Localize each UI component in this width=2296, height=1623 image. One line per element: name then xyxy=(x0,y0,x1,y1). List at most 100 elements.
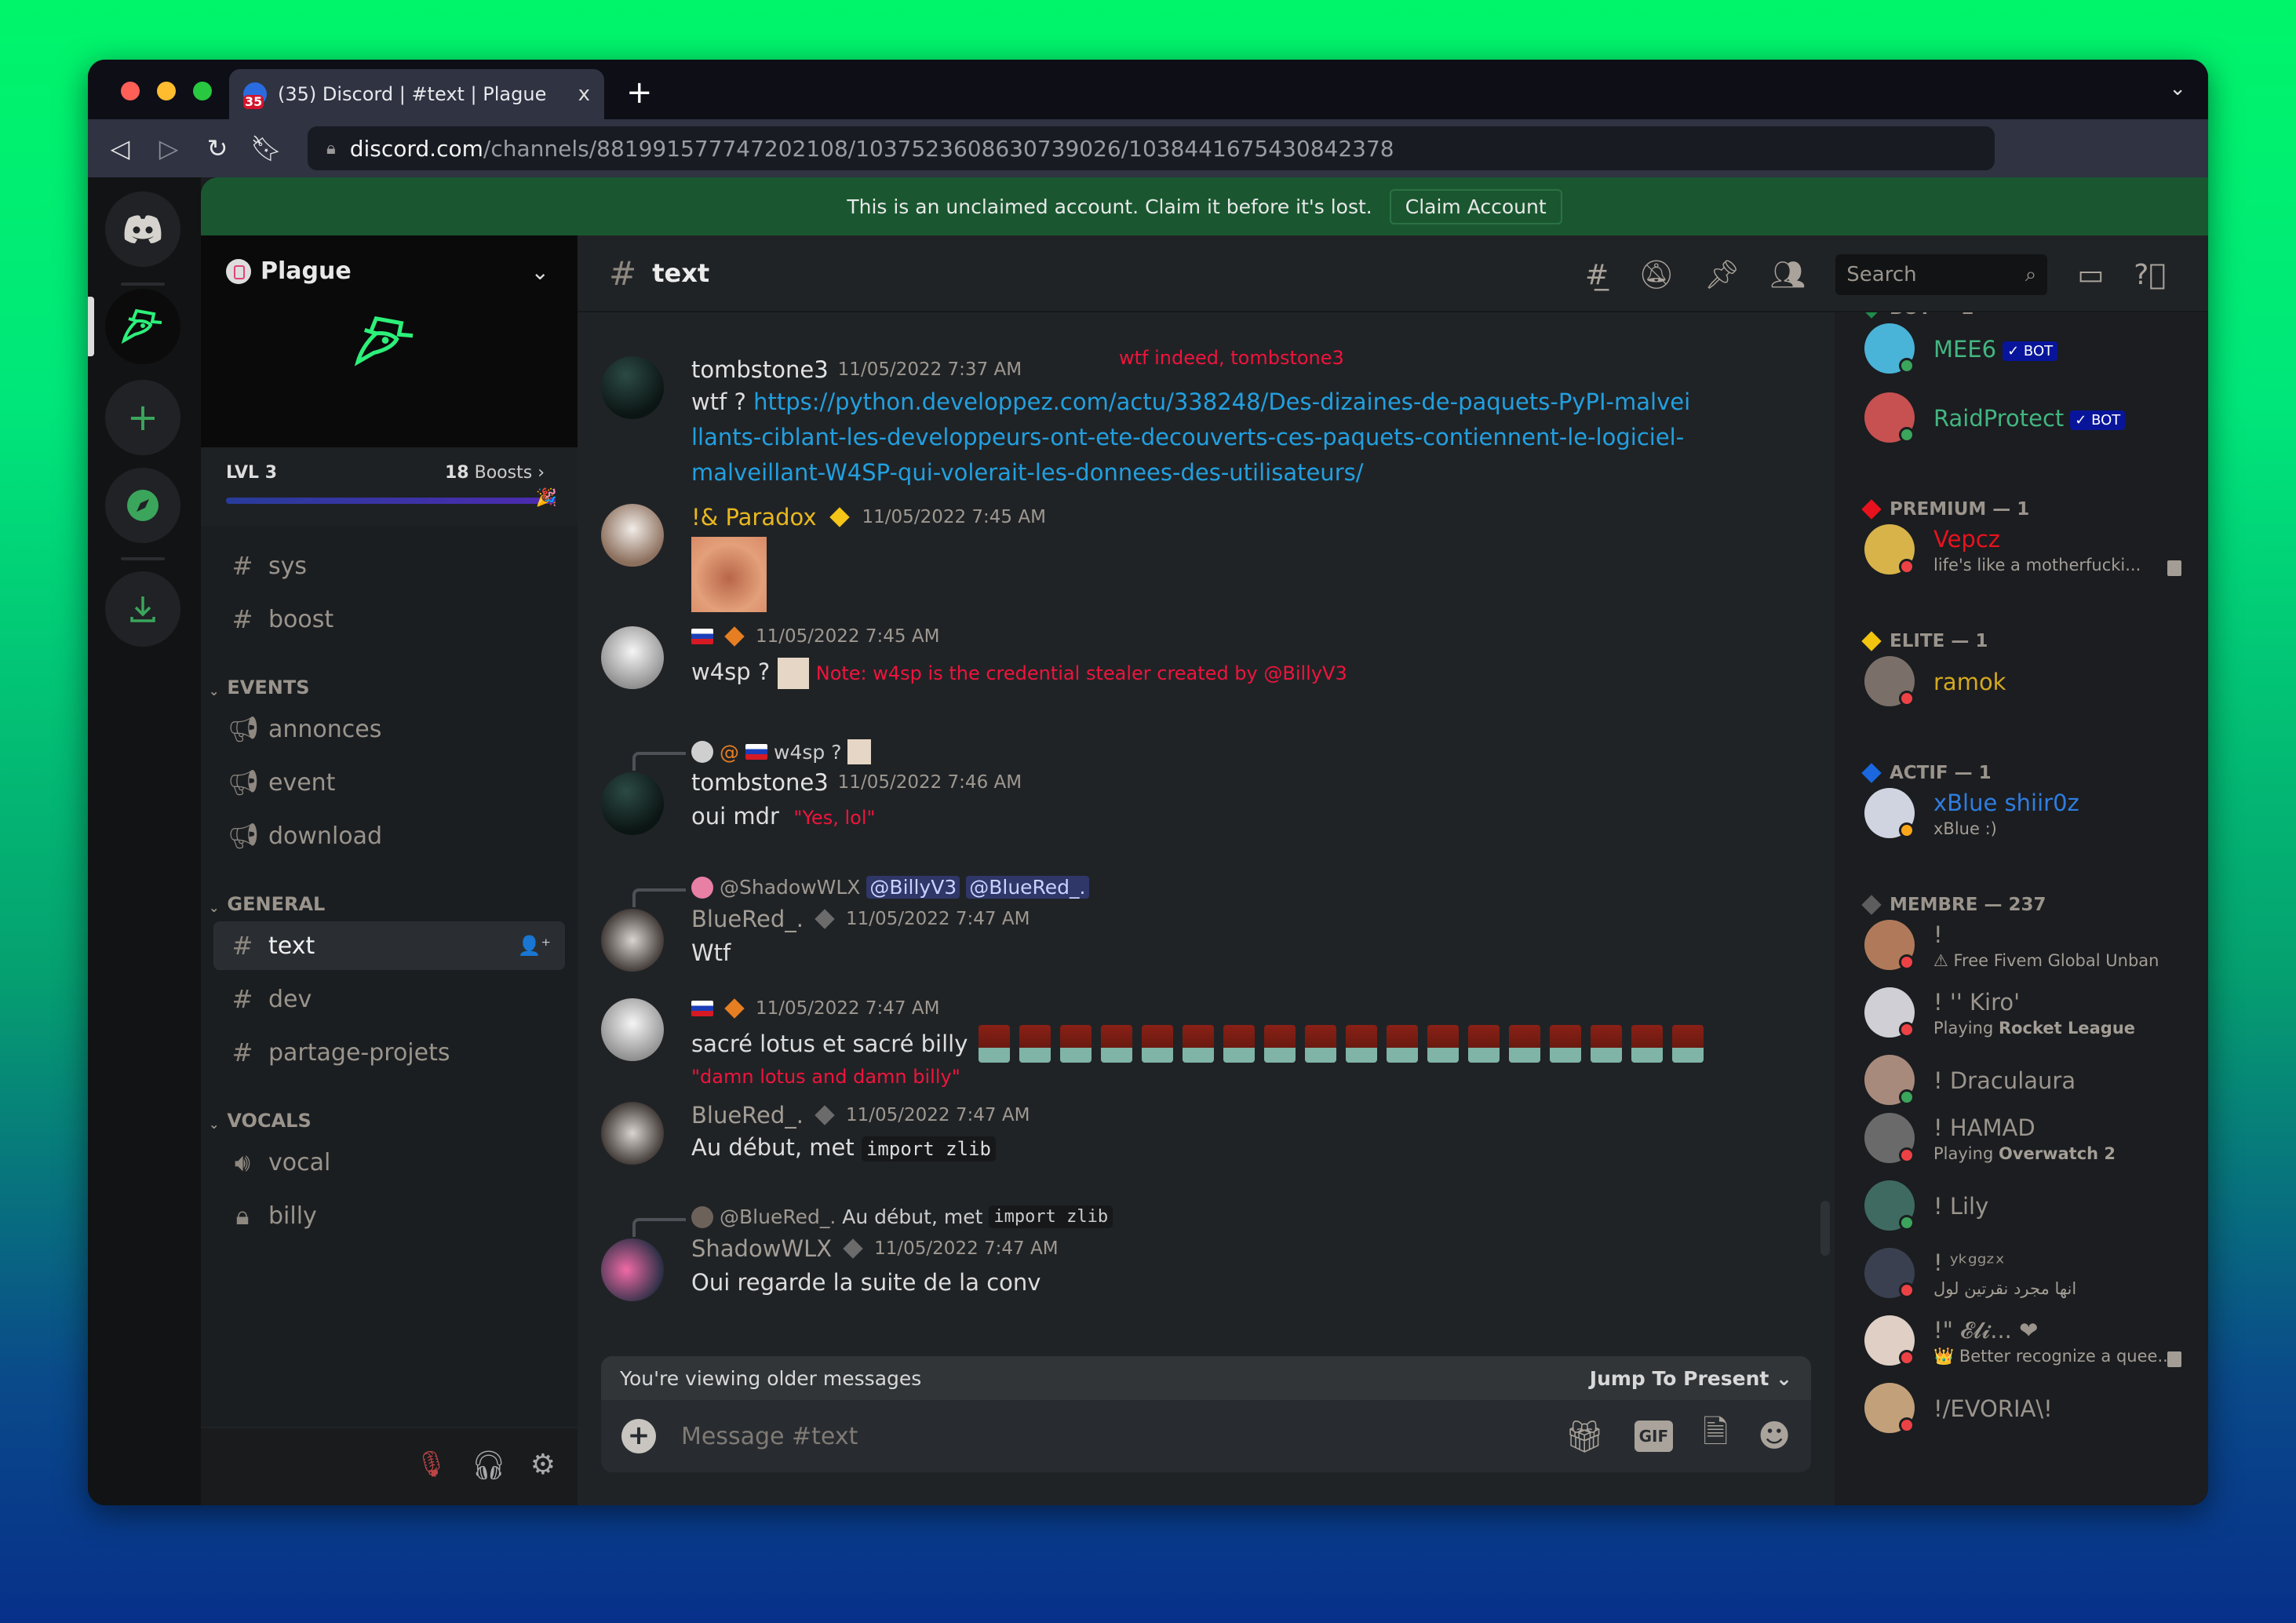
discord-app: + This is an unclaimed account. Claim it… xyxy=(88,177,2208,1505)
mute-mic-icon[interactable]: 🎙︎ xyxy=(415,1449,447,1482)
address-bar[interactable]: 🔒︎ discord.com/channels/8819915777472021… xyxy=(308,126,1995,170)
jump-to-present-button[interactable]: Jump To Present ⌄ xyxy=(1590,1367,1792,1390)
reply-preview[interactable]: @ w4sp ? xyxy=(691,739,872,764)
server-name[interactable]: Plague xyxy=(226,257,352,285)
message-list[interactable]: wtf indeed, tombstone3 tombstone3 11/05/2… xyxy=(578,312,1808,1380)
category-events[interactable]: ⌄ EVENTS xyxy=(201,658,578,705)
category-general[interactable]: ⌄ GENERAL xyxy=(201,874,578,921)
tab-bar: 35 (35) Discord | #text | Plague x + ⌄ xyxy=(88,60,2208,119)
home-button[interactable] xyxy=(105,191,180,267)
close-window-button[interactable] xyxy=(121,82,140,100)
maximize-window-button[interactable] xyxy=(193,82,212,100)
status-dnd-icon xyxy=(1899,559,1915,574)
back-icon[interactable]: ◁ xyxy=(96,133,144,163)
author-name[interactable]: BlueRed_. xyxy=(691,1102,804,1129)
avatar[interactable] xyxy=(601,504,664,567)
channel-text[interactable]: # text 👤⁺ xyxy=(213,921,565,970)
member-item[interactable]: RaidProtect ✓ BOT xyxy=(1864,392,2192,449)
chevron-down-icon[interactable]: ⌄ xyxy=(531,259,549,285)
settings-gear-icon[interactable]: ⚙ xyxy=(530,1449,556,1482)
avatar[interactable] xyxy=(601,1238,664,1301)
unclaimed-account-banner: This is an unclaimed account. Claim it b… xyxy=(201,177,2208,235)
avatar[interactable] xyxy=(601,1102,664,1165)
avatar[interactable] xyxy=(601,998,664,1061)
sticker-icon[interactable]: 🗎︎ xyxy=(1703,1410,1728,1463)
mute-notifications-icon[interactable]: 🔕︎ xyxy=(1638,258,1675,291)
server-header[interactable]: Plague ⌄ xyxy=(201,235,578,447)
help-icon[interactable]: ?⃝ xyxy=(2134,259,2166,291)
member-item[interactable]: MEE6 ✓ BOT xyxy=(1864,323,2192,380)
member-item[interactable]: Vepcz life's like a motherfucki... xyxy=(1864,524,2192,581)
threads-icon[interactable]: #̲ xyxy=(1585,259,1609,291)
image-attachment[interactable] xyxy=(691,537,767,612)
pinned-messages-icon[interactable]: 📌︎ xyxy=(1704,258,1740,291)
member-item[interactable]: xBlue shiir0z xBlue :) xyxy=(1864,788,2192,844)
upload-plus-icon[interactable]: + xyxy=(621,1419,656,1453)
custom-emoji xyxy=(1223,1025,1256,1063)
message-input[interactable]: Message #text xyxy=(681,1423,858,1450)
bookmark-icon[interactable]: 🔖︎ xyxy=(242,133,290,163)
channel-partage-projets[interactable]: # partage-projets xyxy=(213,1028,565,1077)
member-item[interactable]: ! HAMAD Playing Overwatch 2 xyxy=(1864,1113,2192,1169)
author-name[interactable]: tombstone3 xyxy=(691,769,829,796)
boost-count-number: 18 xyxy=(445,463,469,483)
channel-sys[interactable]: # sys xyxy=(213,542,565,590)
reply-preview[interactable]: @ShadowWLX @BillyV3 @BlueRed_. xyxy=(691,876,1089,899)
emoji-picker-icon[interactable]: ☻ xyxy=(1758,1418,1791,1454)
gif-button[interactable]: GIF xyxy=(1634,1421,1674,1452)
invite-icon[interactable]: 👤⁺ xyxy=(517,935,551,957)
boost-progress-section[interactable]: LVL 3 18 Boosts › 🎉 xyxy=(201,447,578,526)
user-mention[interactable]: @BlueRed_. xyxy=(966,876,1089,899)
member-item[interactable]: ! Lily xyxy=(1864,1180,2192,1237)
avatar[interactable] xyxy=(601,909,664,972)
avatar[interactable] xyxy=(601,356,664,419)
reload-icon[interactable]: ↻ xyxy=(193,133,242,163)
channel-dev[interactable]: # dev xyxy=(213,975,565,1023)
author-name[interactable]: !& Paradox xyxy=(691,504,817,531)
category-vocals[interactable]: ⌄ VOCALS xyxy=(201,1091,578,1138)
inbox-icon[interactable]: ▭ xyxy=(2077,259,2104,291)
explore-servers-button[interactable] xyxy=(105,468,180,543)
tab-search-chevron-icon[interactable]: ⌄ xyxy=(2169,77,2186,100)
member-item[interactable]: ! '' Kiro' Playing Rocket League xyxy=(1864,987,2192,1044)
channel-boost[interactable]: # boost xyxy=(213,595,565,644)
minimize-window-button[interactable] xyxy=(157,82,176,100)
message-link[interactable]: https://python.developpez.com/actu/33824… xyxy=(691,388,1690,486)
headphones-icon[interactable]: 🎧︎ xyxy=(471,1449,507,1482)
member-item[interactable]: ramok xyxy=(1864,656,2192,713)
close-tab-icon[interactable]: x xyxy=(578,82,590,106)
member-item[interactable]: ! ⚠ Free Fivem Global Unban xyxy=(1864,920,2192,976)
category-name: VOCALS xyxy=(227,1110,312,1132)
new-tab-button[interactable]: + xyxy=(626,75,653,110)
window-controls xyxy=(121,82,212,100)
member-item[interactable]: ! ʸᵏᵍᵍᶻˣ انها مجرد نقرتين لول xyxy=(1864,1248,2192,1304)
member-name: ! Draculaura xyxy=(1933,1067,2076,1094)
download-apps-button[interactable] xyxy=(105,571,180,647)
member-item[interactable]: !" 𝓔𝓵𝓲... ❤ 👑 Better recognize a quee... xyxy=(1864,1315,2192,1372)
member-item[interactable]: !/EVORIA\! xyxy=(1864,1383,2192,1439)
claim-account-button[interactable]: Claim Account xyxy=(1389,188,1562,224)
forward-icon[interactable]: ▷ xyxy=(144,133,193,163)
user-mention[interactable]: @BillyV3 xyxy=(866,876,960,899)
channel-billy[interactable]: 🔒︎ billy xyxy=(213,1191,565,1240)
channel-vocal[interactable]: 🔊︎ vocal xyxy=(213,1138,565,1187)
member-list-toggle-icon[interactable]: 👥︎ xyxy=(1770,258,1806,291)
channel-event[interactable]: 📢︎ event xyxy=(213,758,565,807)
gift-icon[interactable]: 🎁︎ xyxy=(1565,1418,1605,1455)
search-input[interactable]: Search ⌕ xyxy=(1835,254,2048,295)
avatar[interactable] xyxy=(601,772,664,835)
browser-tab[interactable]: 35 (35) Discord | #text | Plague x xyxy=(229,69,604,119)
channel-download[interactable]: 📢︎ download xyxy=(213,812,565,860)
channel-annonces[interactable]: 📢︎ annonces xyxy=(213,705,565,753)
author-name[interactable]: tombstone3 xyxy=(691,356,829,383)
avatar[interactable] xyxy=(601,626,664,689)
reply-preview[interactable]: @BlueRed_. Au début, met import zlib xyxy=(691,1205,1113,1228)
add-server-button[interactable]: + xyxy=(105,380,180,455)
boost-count[interactable]: 18 Boosts › xyxy=(445,463,545,483)
scrollbar[interactable] xyxy=(1820,1201,1830,1256)
author-name[interactable]: ShadowWLX xyxy=(691,1235,832,1262)
author-name[interactable]: BlueRed_. xyxy=(691,906,804,932)
member-item[interactable]: ! Draculaura xyxy=(1864,1055,2192,1111)
server-plague-button[interactable] xyxy=(105,289,180,364)
server-banner-logo-icon xyxy=(354,315,414,367)
